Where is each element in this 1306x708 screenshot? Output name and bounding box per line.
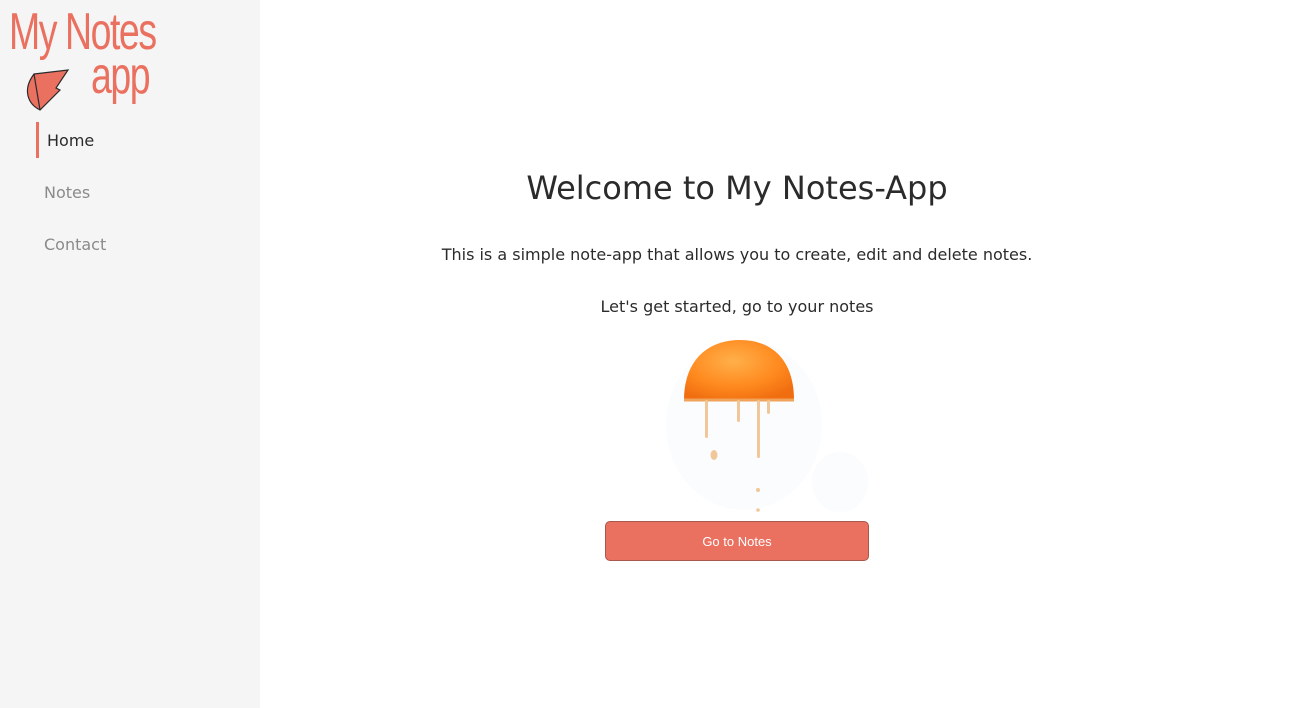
orange-illustration [666,340,868,512]
leaf-icon [26,69,70,111]
sidebar-item-label: Notes [44,182,91,202]
sidebar-nav: Home Notes Contact [36,122,236,278]
go-to-notes-button[interactable]: Go to Notes [605,521,869,561]
sidebar-item-label: Contact [44,234,107,254]
main-content: Welcome to My Notes-App This is a simple… [260,0,1306,708]
page-title: Welcome to My Notes-App [526,169,948,207]
app-logo[interactable]: My Notes app [6,4,157,114]
logo-text-secondary: app [91,47,151,105]
sidebar-item-notes[interactable]: Notes [36,174,236,210]
sidebar-item-contact[interactable]: Contact [36,226,236,262]
get-started-text: Let's get started, go to your notes [600,297,874,316]
sidebar: My Notes app Home Notes Contact [0,0,260,708]
sidebar-item-label: Home [47,130,95,150]
app-root: My Notes app Home Notes Contact Welcome … [0,0,1306,708]
page-description: This is a simple note-app that allows yo… [441,245,1033,264]
sidebar-item-home[interactable]: Home [36,122,236,158]
